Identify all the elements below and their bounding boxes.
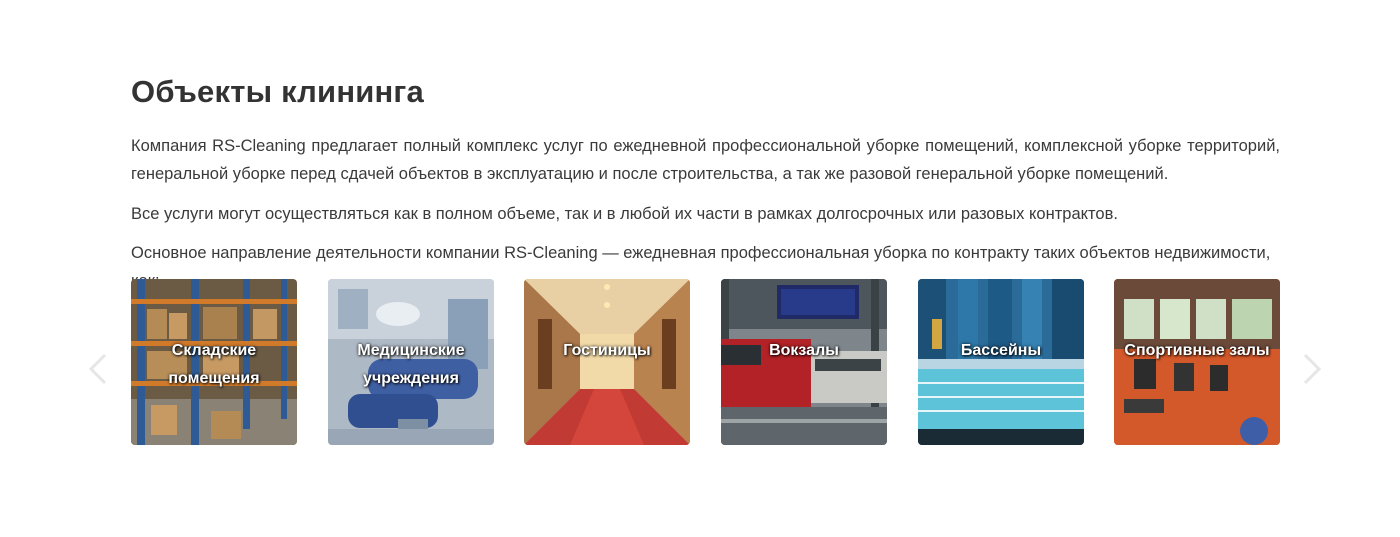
carousel-next-button[interactable] xyxy=(1302,352,1322,386)
carousel-item-hotel[interactable]: Гостиницы xyxy=(524,279,690,445)
carousel-item-medical[interactable]: Медицинские учреждения xyxy=(328,279,494,445)
section-title: Объекты клининга xyxy=(131,74,424,109)
carousel-item-pool[interactable]: Бассейны xyxy=(918,279,1084,445)
carousel-item-label: Складские помещения xyxy=(168,342,260,387)
carousel-item-warehouse[interactable]: Складские помещения xyxy=(131,279,297,445)
chevron-right-icon xyxy=(1303,353,1322,385)
carousel-item-label: Гостиницы xyxy=(563,342,651,359)
carousel-item-label: Спортивные залы xyxy=(1124,342,1270,359)
carousel-item-label: Вокзалы xyxy=(769,342,839,359)
carousel-item-station[interactable]: Вокзалы xyxy=(721,279,887,445)
services-paragraph: Все услуги могут осуществляться как в по… xyxy=(131,205,1118,223)
carousel-prev-button[interactable] xyxy=(88,352,108,386)
objects-carousel: Складские помещения Медицинские учрежден… xyxy=(131,279,1280,445)
chevron-left-icon xyxy=(88,353,107,385)
intro-paragraph: Компания RS-Cleaning предлагает полный к… xyxy=(131,137,1280,183)
carousel-item-label: Бассейны xyxy=(960,342,1042,359)
carousel-item-label: Медицинские учреждения xyxy=(357,342,465,387)
carousel-item-gym[interactable]: Спортивные залы xyxy=(1114,279,1280,445)
